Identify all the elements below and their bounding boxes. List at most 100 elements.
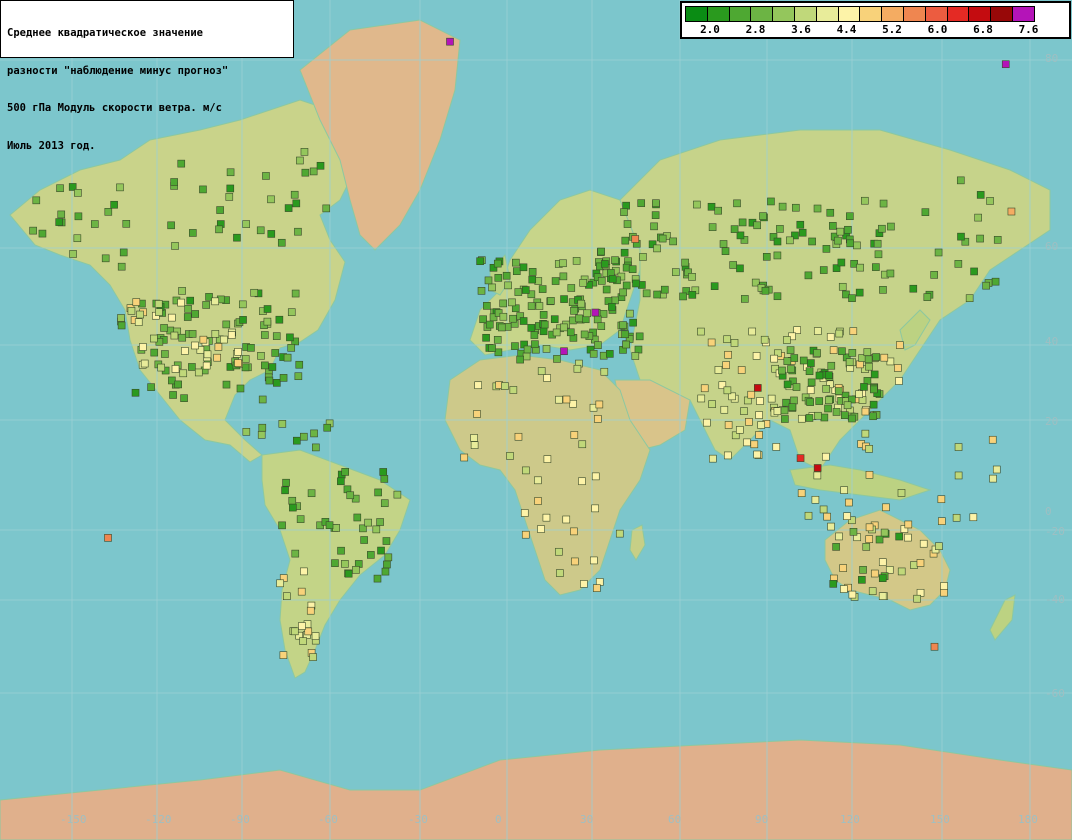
station-marker xyxy=(767,197,775,206)
lon-label: 0 xyxy=(495,813,502,826)
station-marker xyxy=(188,363,196,371)
station-marker xyxy=(834,387,843,395)
station-marker xyxy=(601,260,609,268)
station-marker xyxy=(753,384,762,392)
station-marker xyxy=(236,384,245,393)
station-marker xyxy=(488,283,496,292)
station-marker xyxy=(296,156,304,165)
station-marker xyxy=(741,295,749,303)
station-marker xyxy=(341,468,350,476)
station-marker xyxy=(267,230,276,238)
station-marker xyxy=(117,314,125,322)
station-marker xyxy=(669,237,677,246)
station-marker xyxy=(608,303,616,311)
station-marker xyxy=(322,204,331,213)
station-marker xyxy=(724,350,732,359)
station-marker xyxy=(707,338,716,347)
station-marker xyxy=(787,365,795,373)
station-marker xyxy=(477,287,486,295)
station-marker xyxy=(733,199,741,208)
station-marker xyxy=(291,289,300,298)
station-marker xyxy=(798,228,807,237)
station-marker xyxy=(575,314,583,323)
station-marker xyxy=(969,513,978,522)
station-marker xyxy=(965,294,974,302)
station-marker xyxy=(539,327,548,336)
station-marker xyxy=(829,346,838,354)
station-marker xyxy=(895,377,903,385)
station-marker xyxy=(570,431,579,439)
station-marker xyxy=(283,353,292,362)
station-marker xyxy=(116,183,124,192)
station-marker xyxy=(183,313,192,321)
station-marker xyxy=(826,208,835,217)
station-marker xyxy=(337,546,345,555)
station-marker xyxy=(621,330,629,339)
station-marker xyxy=(258,395,267,404)
station-marker xyxy=(813,204,822,213)
station-marker xyxy=(846,212,854,221)
station-marker xyxy=(611,256,619,264)
station-marker xyxy=(168,376,176,385)
station-marker xyxy=(261,331,269,339)
station-marker xyxy=(870,569,879,578)
station-marker xyxy=(672,268,680,276)
legend-swatch xyxy=(859,6,883,22)
station-marker xyxy=(841,411,849,419)
station-marker xyxy=(572,257,581,265)
station-marker xyxy=(885,566,894,574)
station-marker xyxy=(134,318,143,326)
station-marker xyxy=(848,294,856,302)
station-marker xyxy=(864,355,873,364)
station-marker xyxy=(622,281,631,290)
station-marker xyxy=(826,333,835,341)
station-marker xyxy=(591,308,600,317)
station-marker xyxy=(591,504,599,513)
station-marker xyxy=(132,298,141,306)
station-marker xyxy=(560,347,568,356)
station-marker xyxy=(827,361,836,370)
lon-label: 30 xyxy=(580,813,593,826)
station-marker xyxy=(573,364,582,373)
station-marker xyxy=(844,225,852,234)
station-marker xyxy=(506,452,514,460)
station-marker xyxy=(622,340,630,349)
station-marker xyxy=(858,576,866,584)
station-marker xyxy=(856,360,864,369)
station-marker xyxy=(287,344,296,352)
station-marker xyxy=(650,222,658,231)
station-marker xyxy=(242,220,250,228)
station-marker xyxy=(479,315,487,324)
station-marker xyxy=(940,588,948,597)
station-marker xyxy=(952,513,961,522)
station-marker xyxy=(848,590,857,599)
station-marker xyxy=(522,352,531,361)
station-marker xyxy=(286,333,294,342)
legend-label: 2.0 xyxy=(700,23,720,36)
station-marker xyxy=(160,324,168,332)
station-marker xyxy=(895,532,903,541)
station-marker xyxy=(521,286,530,294)
station-marker xyxy=(757,421,765,429)
station-marker xyxy=(913,594,921,603)
station-marker xyxy=(32,196,41,205)
station-marker xyxy=(104,208,113,216)
station-marker xyxy=(1007,207,1016,216)
station-marker xyxy=(300,567,308,576)
station-marker xyxy=(970,267,978,276)
station-marker xyxy=(499,312,508,321)
station-marker xyxy=(792,203,800,212)
station-marker xyxy=(714,206,722,215)
station-marker xyxy=(879,286,887,294)
lat-label: 20 xyxy=(1045,415,1058,428)
station-marker xyxy=(597,277,606,285)
station-marker xyxy=(829,222,837,230)
station-marker xyxy=(559,259,567,268)
station-marker xyxy=(214,343,223,351)
station-marker xyxy=(300,432,308,441)
title-line-4: Июль 2013 год. xyxy=(7,139,96,152)
station-marker xyxy=(547,297,555,305)
station-marker xyxy=(594,341,602,349)
station-marker xyxy=(707,202,716,211)
lon-label: -120 xyxy=(145,813,172,826)
